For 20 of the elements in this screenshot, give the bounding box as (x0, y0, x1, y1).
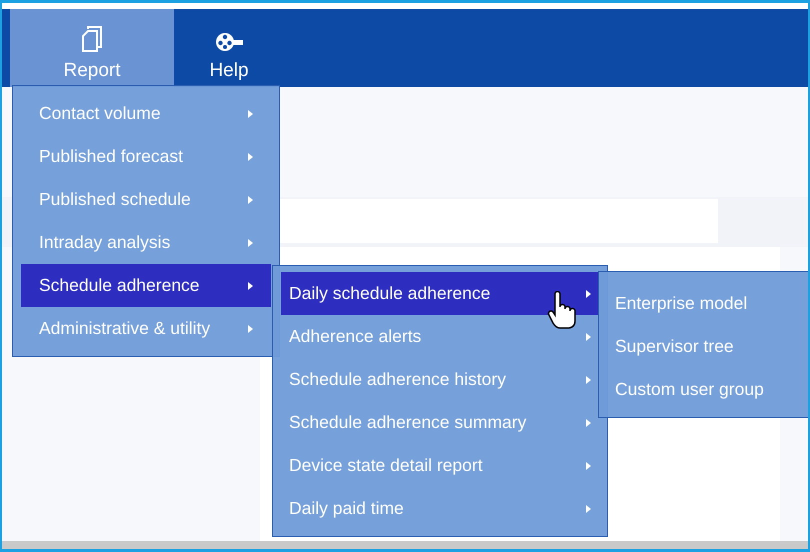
menu-item[interactable]: Daily schedule adherence (281, 272, 599, 315)
menu-item[interactable]: Enterprise model (599, 282, 808, 325)
menu-item[interactable]: Intraday analysis (21, 221, 271, 264)
menu-item[interactable]: Supervisor tree (599, 325, 808, 368)
menu-item[interactable]: Adherence alerts (281, 315, 599, 358)
menu-item[interactable]: Custom user group (599, 368, 808, 411)
documents-icon (81, 24, 103, 52)
menu-item[interactable]: Published schedule (21, 178, 271, 221)
menu-item[interactable]: Schedule adherence summary (281, 401, 599, 444)
menu-item[interactable]: Administrative & utility (21, 307, 271, 350)
menu-item[interactable]: Schedule adherence history (281, 358, 599, 401)
search-field[interactable] (280, 199, 718, 243)
menu-item[interactable]: Device state detail report (281, 444, 599, 487)
menu-item[interactable]: Published forecast (21, 135, 271, 178)
menu-item[interactable]: Daily paid time (281, 487, 599, 530)
menu-item[interactable]: Schedule adherence (21, 264, 271, 307)
toolbar-button[interactable]: Report (10, 9, 174, 87)
hand-cursor-icon (547, 291, 577, 329)
film-reel-icon (214, 30, 244, 52)
menu-item[interactable]: Contact volume (21, 92, 271, 135)
